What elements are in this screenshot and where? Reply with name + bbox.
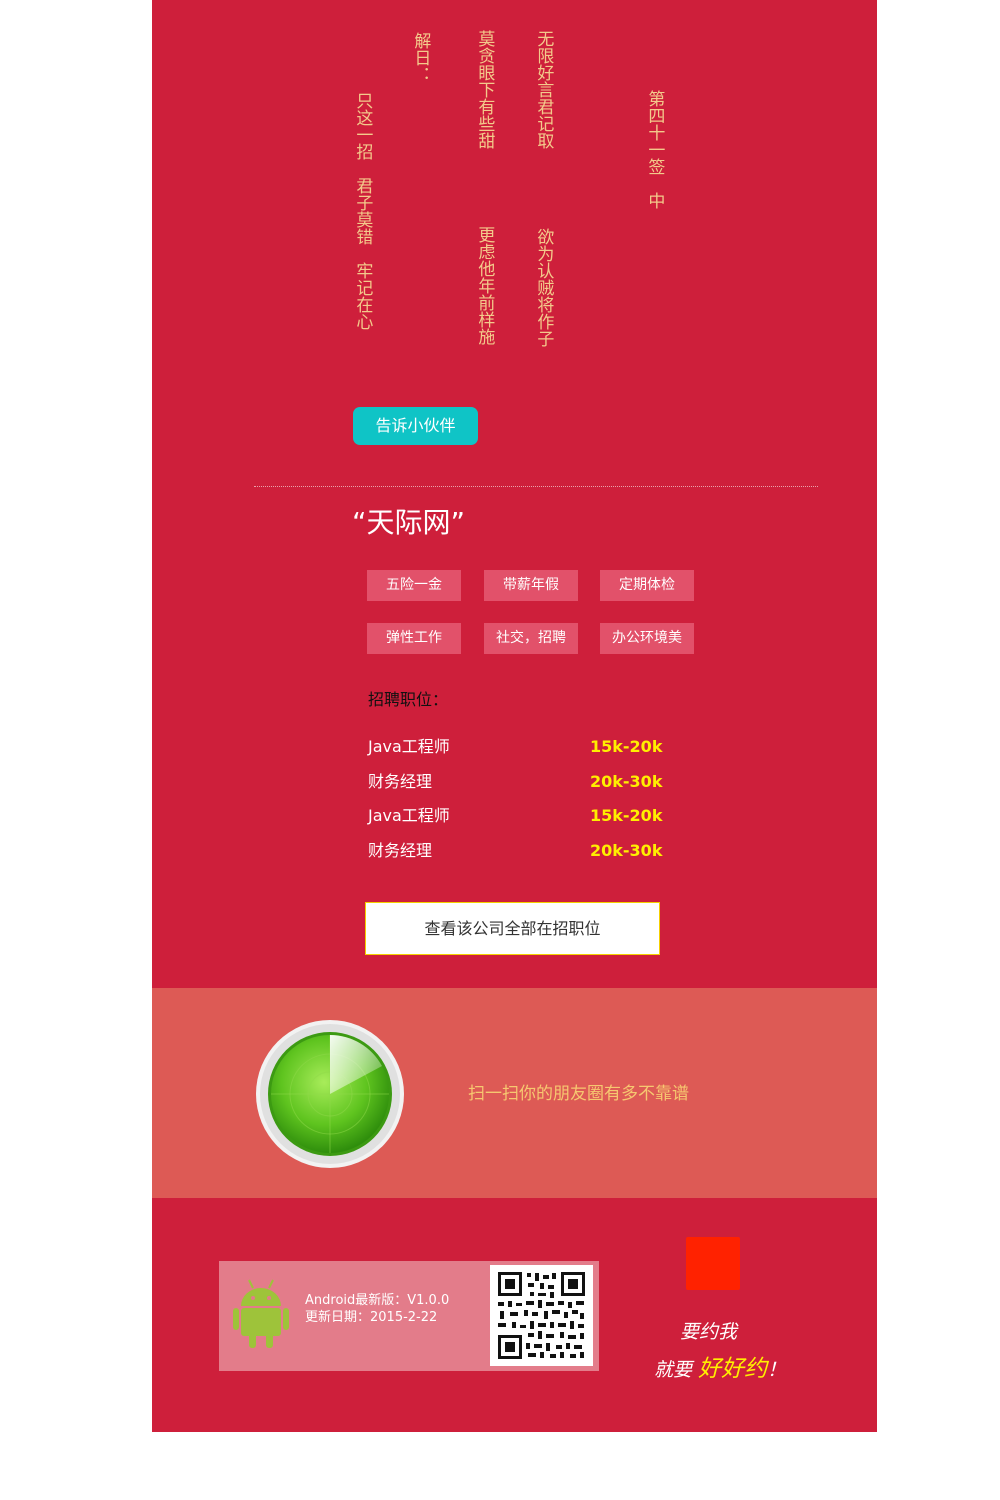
benefit-tag: 办公环境美 xyxy=(600,623,694,654)
job-title[interactable]: Java工程师 xyxy=(368,805,450,827)
job-title[interactable]: Java工程师 xyxy=(368,736,450,758)
red-square-icon xyxy=(686,1237,740,1290)
app-version: Android最新版：V1.0.0 xyxy=(305,1293,450,1308)
fortune-explain-label: 解日： xyxy=(410,32,431,83)
fortune-line-1: 无限好言君记取 xyxy=(533,30,554,149)
fortune-line-4: 更虑他年前样施 xyxy=(474,226,495,345)
benefit-tag: 带薪年假 xyxy=(484,570,578,601)
view-all-jobs-button[interactable]: 查看该公司全部在招职位 xyxy=(365,902,660,955)
divider xyxy=(254,486,818,487)
benefit-tag: 社交，招聘 xyxy=(484,623,578,654)
benefit-tag: 定期体检 xyxy=(600,570,694,601)
jobs-label: 招聘职位： xyxy=(368,690,449,709)
slogan-line-2: 就要 好好约！ xyxy=(654,1356,786,1383)
job-salary: 20k-30k xyxy=(590,841,663,860)
fortune-explain: 只这一招 君子莫错 牢记在心 xyxy=(352,92,373,330)
scan-text[interactable]: 扫一扫你的朋友圈有多不靠谱 xyxy=(468,1083,689,1105)
job-title[interactable]: 财务经理 xyxy=(368,771,432,793)
app-date: 更新日期：2015-2-22 xyxy=(305,1310,438,1325)
fortune-line-2: 欲为认贼将作子 xyxy=(533,228,554,347)
share-button[interactable]: 告诉小伙伴 xyxy=(353,407,478,445)
benefit-tag: 五险一金 xyxy=(367,570,461,601)
company-name: “天际网” xyxy=(352,506,466,539)
job-salary: 15k-20k xyxy=(590,737,663,756)
job-salary: 20k-30k xyxy=(590,772,663,791)
slogan-prefix: 就要 xyxy=(654,1359,693,1381)
fortune-line-3: 莫贪眼下有些甜 xyxy=(474,30,495,149)
job-title[interactable]: 财务经理 xyxy=(368,840,432,862)
benefit-tag: 弹性工作 xyxy=(367,623,461,654)
main-panel xyxy=(152,0,877,1432)
job-salary: 15k-20k xyxy=(590,806,663,825)
qr-code[interactable] xyxy=(490,1265,593,1366)
slogan-highlight: 好好约 xyxy=(698,1356,768,1382)
android-icon xyxy=(233,1278,289,1348)
slogan-suffix: ！ xyxy=(767,1359,787,1381)
slogan-line-1: 要约我 xyxy=(680,1321,738,1343)
radar-icon[interactable] xyxy=(255,1019,405,1169)
fortune-title: 第四十一签 中 xyxy=(644,90,665,209)
